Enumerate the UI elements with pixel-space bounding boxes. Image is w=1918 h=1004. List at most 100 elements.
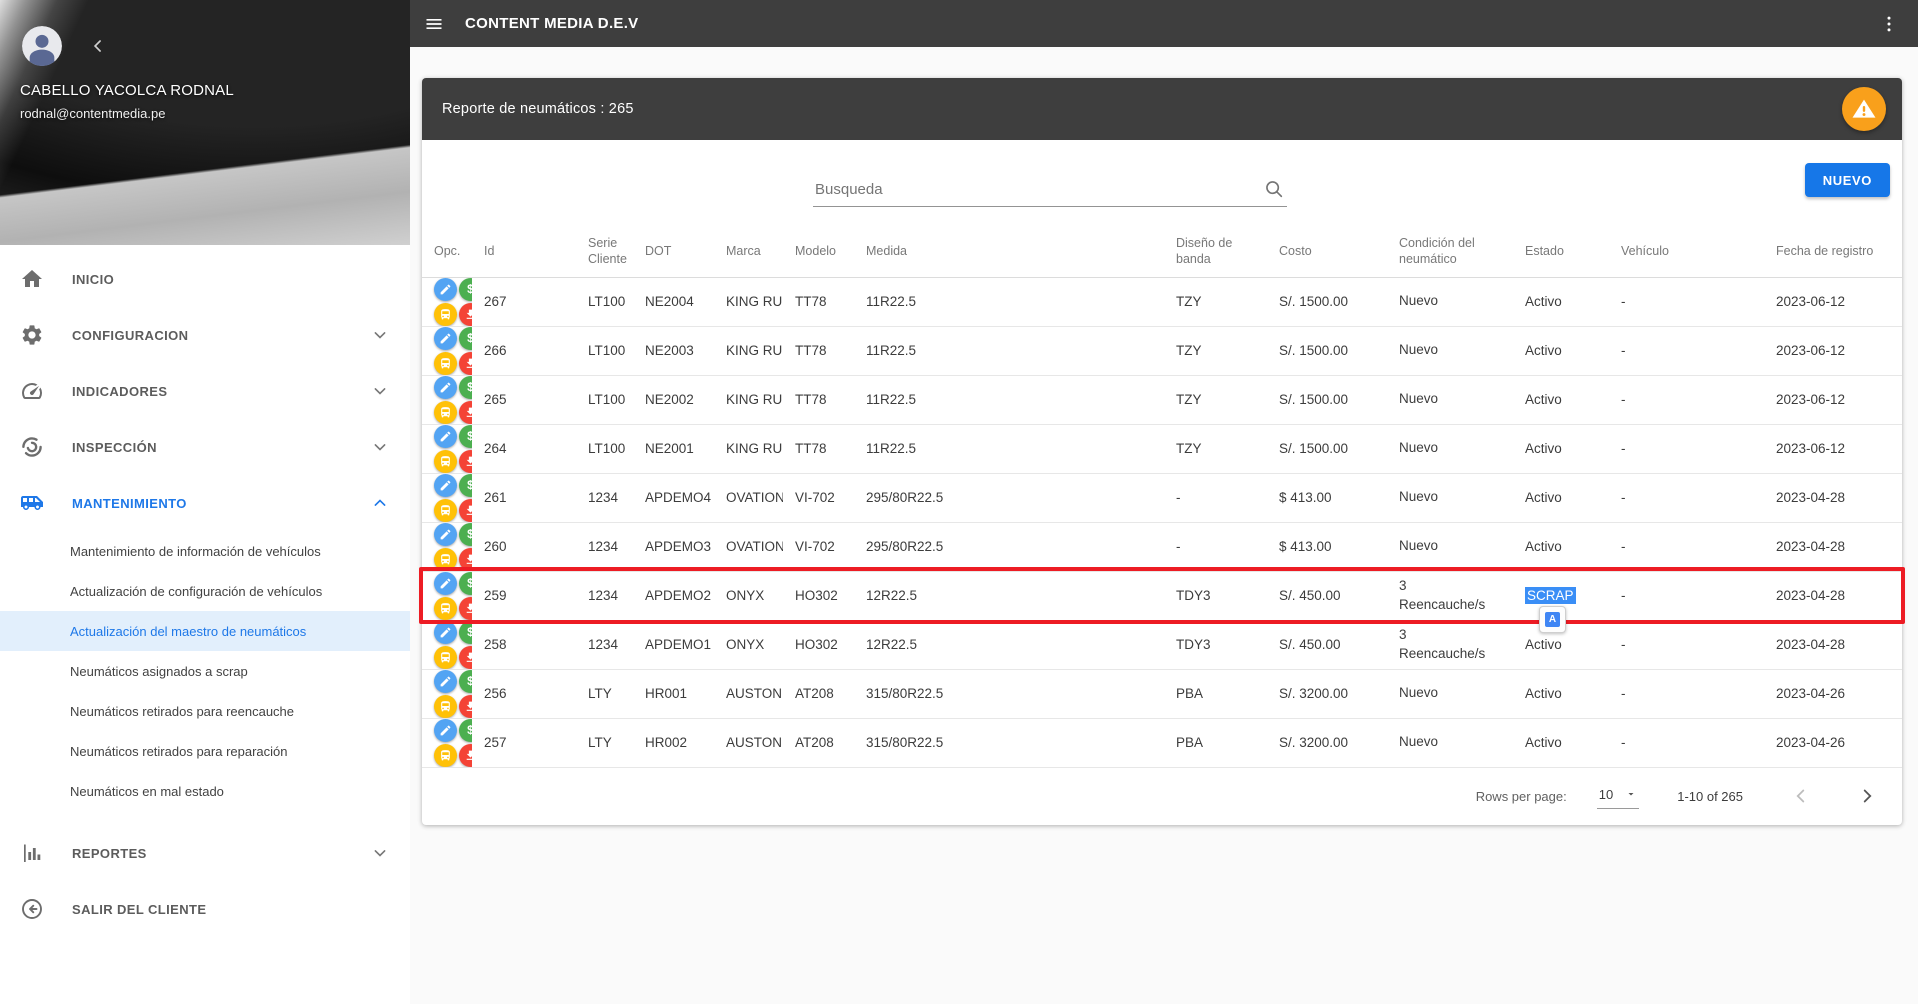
edit-pencil-icon[interactable]: [434, 670, 457, 693]
vehicle-bus-icon[interactable]: [434, 352, 457, 375]
vehicle-bus-icon[interactable]: [434, 401, 457, 424]
cell-diseno-banda: PBA: [1164, 669, 1267, 718]
kebab-menu-icon[interactable]: [1872, 7, 1906, 41]
shuttle-icon: [20, 491, 44, 515]
cell-condicion: Nuevo: [1387, 669, 1513, 718]
download-arrow-icon[interactable]: [459, 695, 472, 718]
cell-id: 260: [472, 522, 576, 571]
cell-vehiculo: -: [1609, 326, 1764, 375]
column-header-serie-cliente: Serie Cliente: [576, 225, 633, 277]
money-dollar-icon[interactable]: $: [459, 670, 472, 693]
cell-marca: KING RUN: [714, 277, 783, 326]
sidebar-item-reportes[interactable]: REPORTES: [0, 825, 410, 881]
money-dollar-icon[interactable]: $: [459, 278, 472, 301]
hamburger-icon[interactable]: [417, 7, 451, 41]
vehicle-bus-icon[interactable]: [434, 450, 457, 473]
vehicle-bus-icon[interactable]: [434, 744, 457, 767]
chevron-left-icon[interactable]: [88, 36, 108, 56]
download-arrow-icon[interactable]: [459, 450, 472, 473]
table-row: $ 258 1234 APDEMO1 ONYX HO302 12R22.5 TD…: [422, 620, 1902, 669]
edit-pencil-icon[interactable]: [434, 474, 457, 497]
money-dollar-icon[interactable]: $: [459, 474, 472, 497]
edit-pencil-icon[interactable]: [434, 327, 457, 350]
edit-pencil-icon[interactable]: [434, 278, 457, 301]
cell-medida: 315/80R22.5: [854, 718, 1164, 767]
sidebar-subitem-neumaticos-retirados-para-reparacion[interactable]: Neumáticos retirados para reparación: [0, 731, 410, 771]
download-arrow-icon[interactable]: [459, 597, 472, 620]
cell-costo: $ 413.00: [1267, 473, 1387, 522]
cell-actions: $: [422, 473, 472, 522]
sidebar-item-salir-del-cliente[interactable]: SALIR DEL CLIENTE: [0, 881, 410, 937]
sidebar-item-mantenimiento[interactable]: MANTENIMIENTO: [0, 475, 410, 531]
cell-serie-cliente: LT100: [576, 424, 633, 473]
sidebar-item-inspeccion[interactable]: INSPECCIÓN: [0, 419, 410, 475]
money-dollar-icon[interactable]: $: [459, 523, 472, 546]
money-dollar-icon[interactable]: $: [459, 572, 472, 595]
sidebar-subitem-neumaticos-asignados-a-scrap[interactable]: Neumáticos asignados a scrap: [0, 651, 410, 691]
edit-pencil-icon[interactable]: [434, 621, 457, 644]
sidebar-item-inicio[interactable]: INICIO: [0, 251, 410, 307]
cell-marca: OVATION: [714, 473, 783, 522]
translate-popup-icon[interactable]: A: [1539, 606, 1566, 633]
new-button[interactable]: NUEVO: [1805, 163, 1890, 197]
next-page-button[interactable]: [1853, 782, 1881, 810]
download-arrow-icon[interactable]: [459, 548, 472, 571]
sidebar-subitem-mantenimiento-de-informacion-de-vehiculos[interactable]: Mantenimiento de información de vehículo…: [0, 531, 410, 571]
edit-pencil-icon[interactable]: [434, 572, 457, 595]
edit-pencil-icon[interactable]: [434, 425, 457, 448]
nav-item-label: INDICADORES: [72, 384, 167, 399]
vehicle-bus-icon[interactable]: [434, 597, 457, 620]
vehicle-bus-icon[interactable]: [434, 646, 457, 669]
column-header-id: Id: [472, 225, 576, 277]
money-dollar-icon[interactable]: $: [459, 425, 472, 448]
chevron-left-icon: [1790, 785, 1812, 807]
search-input[interactable]: [813, 181, 1263, 206]
warning-button[interactable]: [1842, 87, 1886, 131]
sidebar-subitem-actualizacion-de-configuracion-de-vehiculos[interactable]: Actualización de configuración de vehícu…: [0, 571, 410, 611]
cell-marca: ONYX: [714, 571, 783, 620]
table-body: $ 267 LT100 NE2004 KING RUN TT78 11R22.5…: [422, 277, 1902, 767]
money-dollar-icon[interactable]: $: [459, 621, 472, 644]
money-dollar-icon[interactable]: $: [459, 376, 472, 399]
estado-value: Activo: [1525, 490, 1562, 505]
cell-condicion: 3 Reencauche/s: [1387, 571, 1513, 620]
sidebar-subitem-actualizacion-del-maestro-de-neumaticos[interactable]: Actualización del maestro de neumáticos: [0, 611, 410, 651]
rows-per-page-select[interactable]: 10: [1597, 784, 1639, 809]
cell-serie-cliente: 1234: [576, 620, 633, 669]
download-arrow-icon[interactable]: [459, 646, 472, 669]
nav-subitem-label: Actualización del maestro de neumáticos: [70, 624, 306, 639]
cell-medida: 11R22.5: [854, 375, 1164, 424]
sidebar-subitem-neumaticos-en-mal-estado[interactable]: Neumáticos en mal estado: [0, 771, 410, 811]
edit-pencil-icon[interactable]: [434, 376, 457, 399]
nav-subitem-label: Neumáticos en mal estado: [70, 784, 224, 799]
cell-estado: Activo: [1513, 718, 1609, 767]
vehicle-bus-icon[interactable]: [434, 548, 457, 571]
cell-condicion: Nuevo: [1387, 522, 1513, 571]
download-arrow-icon[interactable]: [459, 352, 472, 375]
sidebar-subitem-neumaticos-retirados-para-reencauche[interactable]: Neumáticos retirados para reencauche: [0, 691, 410, 731]
profile-photo: CABELLO YACOLCA RODNAL rodnal@contentmed…: [0, 0, 410, 245]
cell-diseno-banda: TDY3: [1164, 620, 1267, 669]
cell-dot: NE2001: [633, 424, 714, 473]
download-arrow-icon[interactable]: [459, 303, 472, 326]
previous-page-button[interactable]: [1787, 782, 1815, 810]
money-dollar-icon[interactable]: $: [459, 719, 472, 742]
vehicle-bus-icon[interactable]: [434, 695, 457, 718]
edit-pencil-icon[interactable]: [434, 719, 457, 742]
edit-pencil-icon[interactable]: [434, 523, 457, 546]
sidebar-item-configuracion[interactable]: CONFIGURACION: [0, 307, 410, 363]
chevron-right-icon: [1856, 785, 1878, 807]
cell-id: 264: [472, 424, 576, 473]
download-arrow-icon[interactable]: [459, 499, 472, 522]
cell-condicion: Nuevo: [1387, 473, 1513, 522]
warning-triangle-icon: [1851, 96, 1877, 122]
cell-serie-cliente: LT100: [576, 277, 633, 326]
download-arrow-icon[interactable]: [459, 744, 472, 767]
download-arrow-icon[interactable]: [459, 401, 472, 424]
table-header-row: Opc.IdSerie ClienteDOTMarcaModeloMedidaD…: [422, 225, 1902, 277]
money-dollar-icon[interactable]: $: [459, 327, 472, 350]
vehicle-bus-icon[interactable]: [434, 499, 457, 522]
cell-costo: S/. 1500.00: [1267, 424, 1387, 473]
sidebar-item-indicadores[interactable]: INDICADORES: [0, 363, 410, 419]
vehicle-bus-icon[interactable]: [434, 303, 457, 326]
